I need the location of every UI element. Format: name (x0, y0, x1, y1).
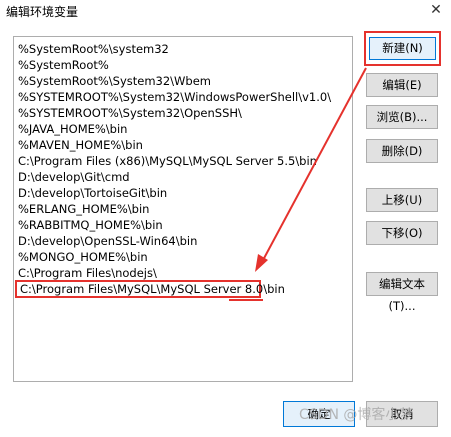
window-title: 编辑环境变量 (6, 5, 79, 19)
close-icon[interactable]: ✕ (427, 1, 445, 19)
list-item[interactable]: %ERLANG_HOME%\bin (18, 201, 149, 217)
list-item[interactable]: %SYSTEMROOT%\System32\OpenSSH\ (18, 105, 242, 121)
delete-button[interactable]: 删除(D) (366, 139, 438, 163)
highlight-underline (229, 299, 263, 301)
list-item[interactable]: D:\develop\OpenSSL-Win64\bin (18, 233, 197, 249)
edit-button[interactable]: 编辑(E) (366, 73, 438, 97)
list-item[interactable]: D:\develop\TortoiseGit\bin (18, 185, 167, 201)
list-item[interactable]: %MAVEN_HOME%\bin (18, 137, 143, 153)
list-item[interactable]: %JAVA_HOME%\bin (18, 121, 127, 137)
move-up-button[interactable]: 上移(U) (366, 188, 438, 212)
list-item[interactable]: %SystemRoot%\system32 (18, 41, 169, 57)
list-item[interactable]: %RABBITMQ_HOME%\bin (18, 217, 163, 233)
title-bar: 编辑环境变量 ✕ (0, 0, 451, 22)
path-list[interactable]: %SystemRoot%\system32 %SystemRoot% %Syst… (13, 36, 353, 382)
new-button[interactable]: 新建(N) (369, 37, 436, 60)
list-item[interactable]: %SYSTEMROOT%\System32\WindowsPowerShell\… (18, 89, 331, 105)
watermark: CSDN @博客小梦 (299, 407, 414, 423)
move-down-button[interactable]: 下移(O) (366, 221, 438, 245)
new-button-highlight: 新建(N) (364, 31, 441, 66)
list-item[interactable]: %SystemRoot% (18, 57, 109, 73)
list-item[interactable]: C:\Program Files (x86)\MySQL\MySQL Serve… (18, 153, 317, 169)
edit-text-button[interactable]: 编辑文本(T)... (366, 272, 438, 313)
list-item-new-mysql-path[interactable]: C:\Program Files\MySQL\MySQL Server 8.0\… (15, 280, 285, 298)
list-item[interactable]: C:\Program Files\nodejs\ (18, 265, 157, 281)
list-item[interactable]: %MONGO_HOME%\bin (18, 249, 148, 265)
list-item[interactable]: D:\develop\Git\cmd (18, 169, 130, 185)
list-item[interactable]: %SystemRoot%\System32\Wbem (18, 73, 211, 89)
browse-button[interactable]: 浏览(B)... (366, 105, 438, 129)
